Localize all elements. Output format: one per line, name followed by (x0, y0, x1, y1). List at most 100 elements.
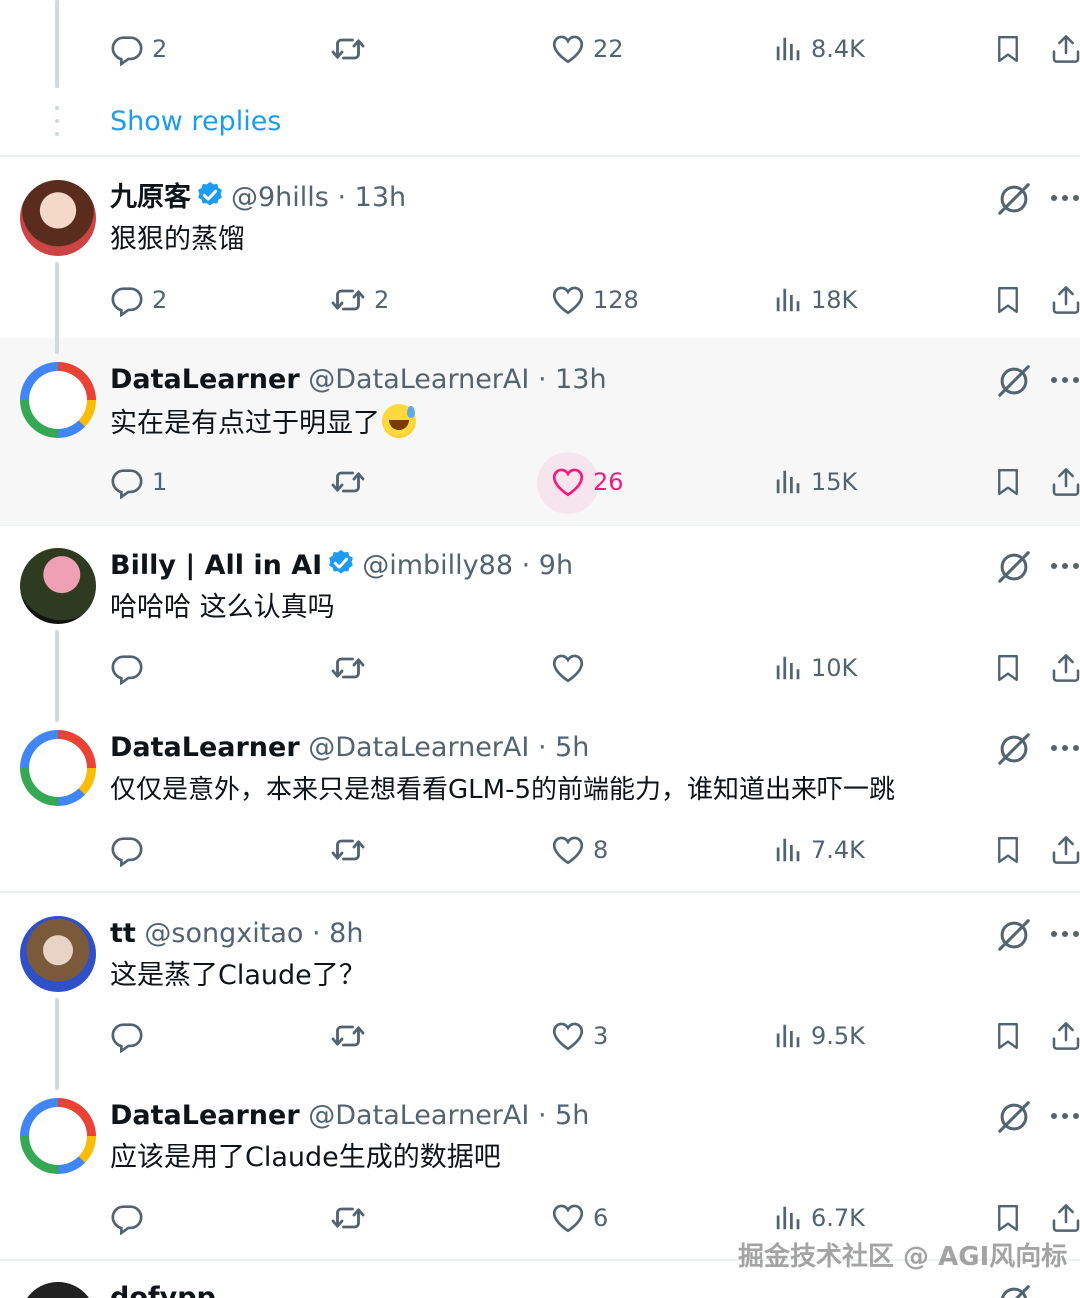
repost-button[interactable] (330, 29, 374, 69)
avatar[interactable] (20, 730, 96, 806)
timestamp[interactable]: 8h (329, 918, 363, 949)
bookmark-icon (993, 283, 1023, 317)
reply-icon (110, 651, 144, 685)
display-name[interactable]: DataLearner (110, 732, 300, 763)
share-icon (1050, 33, 1080, 65)
reply-button[interactable]: 2 (110, 29, 167, 69)
display-name[interactable]: 九原客 (110, 182, 191, 213)
show-replies-link[interactable]: Show replies (110, 104, 281, 140)
bookmark-button[interactable] (993, 280, 1023, 320)
views-button[interactable]: 10K (773, 648, 857, 688)
display-name[interactable]: Billy | All in AI (110, 550, 322, 581)
more-icon[interactable] (1050, 1111, 1080, 1121)
watermark: 掘金技术社区 @ AGI风向标 (738, 1242, 1068, 1272)
views-button[interactable]: 15K (773, 462, 857, 502)
more-icon[interactable] (1050, 375, 1080, 385)
reply-button[interactable] (110, 1016, 152, 1056)
views-button[interactable]: 6.7K (773, 1198, 865, 1238)
avatar[interactable] (20, 1282, 96, 1298)
avatar[interactable] (20, 180, 96, 256)
bookmark-icon (993, 1019, 1023, 1053)
avatar[interactable] (20, 916, 96, 992)
grok-icon[interactable] (995, 1098, 1033, 1136)
grok-icon[interactable] (995, 180, 1033, 218)
display-name[interactable]: DataLearner (110, 364, 300, 395)
share-button[interactable] (1050, 1016, 1080, 1056)
display-name[interactable]: DataLearner (110, 1100, 300, 1131)
share-button[interactable] (1050, 29, 1080, 69)
reply-count: 2 (152, 35, 168, 63)
views-button[interactable]: 7.4K (773, 830, 865, 870)
timestamp[interactable]: 13h (555, 364, 606, 395)
like-button[interactable]: 6 (551, 1198, 608, 1238)
share-button[interactable] (1050, 462, 1080, 502)
more-icon[interactable] (1050, 561, 1080, 571)
bookmark-button[interactable] (993, 1016, 1023, 1056)
reply-button[interactable] (110, 830, 152, 870)
sweat-smile-emoji (382, 404, 416, 438)
views-button[interactable]: 18K (773, 280, 857, 320)
display-name[interactable]: tt (110, 918, 136, 949)
like-button[interactable]: 8 (551, 830, 608, 870)
views-button[interactable]: 8.4K (773, 29, 865, 69)
timestamp[interactable]: 5h (555, 1100, 589, 1131)
more-icon[interactable] (1050, 193, 1080, 203)
post-header: DataLearner @DataLearnerAI · 5h (110, 730, 589, 766)
display-name[interactable]: dofypp (110, 1282, 216, 1298)
avatar[interactable] (20, 548, 96, 624)
repost-button[interactable] (330, 462, 374, 502)
handle[interactable]: @imbilly88 (362, 550, 513, 581)
post-header: 九原客 @9hills · 13h (110, 180, 406, 216)
reply-button[interactable] (110, 1198, 152, 1238)
bookmark-button[interactable] (993, 1198, 1023, 1238)
repost-button[interactable] (330, 1198, 374, 1238)
bookmark-button[interactable] (993, 29, 1023, 69)
reply-icon (110, 1201, 144, 1235)
bookmark-button[interactable] (993, 462, 1023, 502)
share-button[interactable] (1050, 830, 1080, 870)
grok-icon[interactable] (995, 730, 1033, 768)
views-button[interactable]: 9.5K (773, 1016, 865, 1056)
share-button[interactable] (1050, 1198, 1080, 1238)
more-icon[interactable] (1050, 929, 1080, 939)
more-icon[interactable] (1050, 743, 1080, 753)
grok-icon[interactable] (995, 362, 1033, 400)
grok-icon[interactable] (995, 916, 1033, 954)
verified-badge-icon (326, 548, 356, 578)
repost-button[interactable]: 2 (330, 280, 389, 320)
post-actions: 1 26 15K (0, 462, 1080, 502)
handle[interactable]: @DataLearnerAI (308, 732, 529, 763)
share-button[interactable] (1050, 280, 1080, 320)
like-button[interactable] (551, 648, 593, 688)
reply-button[interactable] (110, 648, 152, 688)
grok-icon[interactable] (995, 548, 1033, 586)
like-icon (551, 32, 585, 66)
handle[interactable]: @9hills (231, 182, 329, 213)
post-actions: 8 7.4K (0, 830, 1080, 870)
reply-button[interactable]: 1 (110, 462, 167, 502)
timestamp[interactable]: 5h (555, 732, 589, 763)
like-icon (551, 1201, 585, 1235)
share-button[interactable] (1050, 648, 1080, 688)
repost-button[interactable] (330, 1016, 374, 1056)
handle[interactable]: @DataLearnerAI (308, 1100, 529, 1131)
avatar[interactable] (20, 362, 96, 438)
bookmark-button[interactable] (993, 830, 1023, 870)
like-button[interactable]: 3 (551, 1016, 608, 1056)
post-text: 应该是用了Claude生成的数据吧 (110, 1142, 501, 1173)
repost-button[interactable] (330, 648, 374, 688)
reply-button[interactable]: 2 (110, 280, 167, 320)
timestamp[interactable]: 9h (539, 550, 573, 581)
repost-button[interactable] (330, 830, 374, 870)
like-button[interactable]: 128 (551, 280, 639, 320)
grok-icon[interactable] (995, 1282, 1033, 1298)
bookmark-icon (993, 32, 1023, 66)
handle[interactable]: @songxitao (144, 918, 303, 949)
post-text-row: 实在是有点过于明显了 (110, 404, 416, 442)
bookmark-button[interactable] (993, 648, 1023, 688)
handle[interactable]: @DataLearnerAI (308, 364, 529, 395)
timestamp[interactable]: 13h (355, 182, 406, 213)
avatar[interactable] (20, 1098, 96, 1174)
like-button[interactable]: 26 (551, 462, 624, 502)
like-button[interactable]: 22 (551, 29, 624, 69)
